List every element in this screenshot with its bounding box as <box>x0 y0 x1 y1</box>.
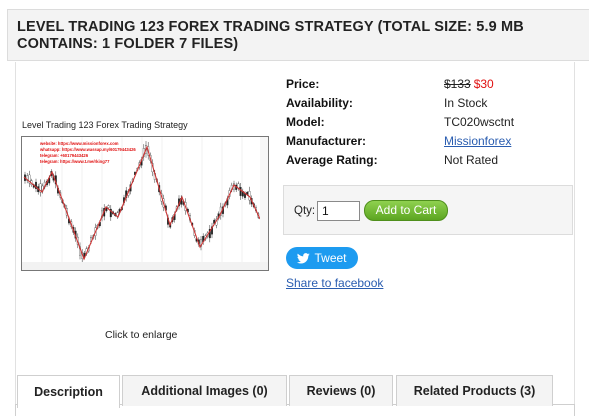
page-title-bar: LEVEL TRADING 123 FOREX TRADING STRATEGY… <box>7 9 589 61</box>
page-title: LEVEL TRADING 123 FOREX TRADING STRATEGY… <box>17 19 524 52</box>
tab-description[interactable]: Description <box>17 375 120 408</box>
product-image-caption: Level Trading 123 Forex Trading Strategy <box>22 120 188 130</box>
watermark-line: website: https://www.missionforex.com <box>39 141 119 146</box>
manufacturer-label: Manufacturer: <box>286 133 367 148</box>
tab-label: Related Products (3) <box>413 384 536 398</box>
sale-price: $30 <box>473 76 494 91</box>
rating-value: Not Rated <box>444 152 499 167</box>
watermark-line: whatsapp: https://www.wassap.my/60179443… <box>39 147 136 152</box>
price-row: Price: $133 $30 <box>286 74 514 93</box>
manufacturer-row: Manufacturer: Missionforex <box>286 131 514 150</box>
quantity-input[interactable] <box>317 201 360 221</box>
tab-label: Reviews (0) <box>306 384 376 398</box>
tab-label: Additional Images (0) <box>141 384 268 398</box>
product-info: Price: $133 $30 Availability: In Stock Mo… <box>286 74 514 169</box>
thumbnail-candle-body <box>107 205 110 208</box>
click-to-enlarge-link[interactable]: Click to enlarge <box>105 329 177 341</box>
model-value: TC020wsctnt <box>444 114 515 129</box>
add-to-cart-button[interactable]: Add to Cart <box>364 200 448 221</box>
rating-row: Average Rating: Not Rated <box>286 150 514 169</box>
product-tabs: Description Additional Images (0) Review… <box>15 375 575 416</box>
price-value: $133 $30 <box>444 77 494 91</box>
qty-label: Qty: <box>294 205 316 217</box>
model-row: Model: TC020wsctnt <box>286 112 514 131</box>
tab-additional-images[interactable]: Additional Images (0) <box>122 375 287 406</box>
thumbnail-candle-body <box>239 187 242 196</box>
product-image[interactable]: Level Trading 123 Forex Trading Strategy… <box>21 120 269 272</box>
old-price: $133 <box>444 76 471 91</box>
availability-row: Availability: In Stock <box>286 93 514 112</box>
tab-label: Description <box>34 385 103 399</box>
price-label: Price: <box>286 76 320 91</box>
share-facebook-link[interactable]: Share to facebook <box>286 276 383 290</box>
forex-chart-image: website: https://www.missionforex.com wh… <box>22 137 268 270</box>
tweet-label: Tweet <box>314 251 347 265</box>
product-chart-thumbnail[interactable]: website: https://www.missionforex.com wh… <box>21 136 269 271</box>
model-label: Model: <box>286 114 325 129</box>
tweet-button[interactable]: Tweet <box>286 247 358 269</box>
manufacturer-link[interactable]: Missionforex <box>444 134 511 148</box>
availability-value: In Stock <box>444 95 488 110</box>
add-to-cart-box: Qty: Add to Cart <box>283 185 573 235</box>
rating-label: Average Rating: <box>286 152 378 167</box>
watermark-line: telegram: https://www.t.me/rking77 <box>40 159 110 164</box>
watermark-line: telegram: +60179443426 <box>40 153 89 158</box>
twitter-bird-icon <box>297 252 311 263</box>
availability-label: Availability: <box>286 95 353 110</box>
tab-reviews[interactable]: Reviews (0) <box>289 375 393 406</box>
tab-related-products[interactable]: Related Products (3) <box>396 375 553 406</box>
